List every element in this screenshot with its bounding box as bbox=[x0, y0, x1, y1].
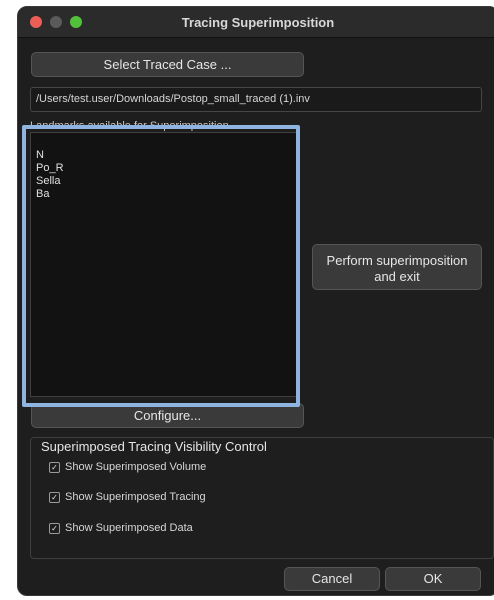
checkbox-label: Show Superimposed Volume bbox=[65, 461, 207, 473]
checkbox-label: Show Superimposed Data bbox=[65, 522, 193, 534]
landmarks-list-highlight bbox=[22, 125, 300, 407]
title-bar: Tracing Superimposition bbox=[18, 7, 494, 38]
checkbox-checked-icon: ✓ bbox=[49, 491, 60, 503]
show-superimposed-volume-checkbox[interactable]: ✓ Show Superimposed Volume bbox=[49, 461, 206, 473]
visibility-group-title: Superimposed Tracing Visibility Control bbox=[38, 439, 270, 454]
show-superimposed-tracing-checkbox[interactable]: ✓ Show Superimposed Tracing bbox=[49, 491, 206, 503]
perform-button-line1: Perform superimposition bbox=[326, 253, 468, 268]
checkbox-label: Show Superimposed Tracing bbox=[65, 491, 206, 503]
perform-superimposition-button[interactable]: Perform superimposition and exit bbox=[312, 244, 482, 290]
show-superimposed-data-checkbox[interactable]: ✓ Show Superimposed Data bbox=[49, 522, 193, 534]
checkbox-checked-icon: ✓ bbox=[49, 522, 60, 534]
checkbox-checked-icon: ✓ bbox=[49, 461, 60, 473]
select-traced-case-button[interactable]: Select Traced Case ... bbox=[31, 52, 304, 77]
cancel-button[interactable]: Cancel bbox=[284, 567, 380, 591]
ok-button[interactable]: OK bbox=[385, 567, 481, 591]
file-path-field[interactable]: /Users/test.user/Downloads/Postop_small_… bbox=[30, 87, 482, 112]
perform-button-line2: and exit bbox=[374, 269, 420, 284]
window-title: Tracing Superimposition bbox=[181, 15, 335, 30]
